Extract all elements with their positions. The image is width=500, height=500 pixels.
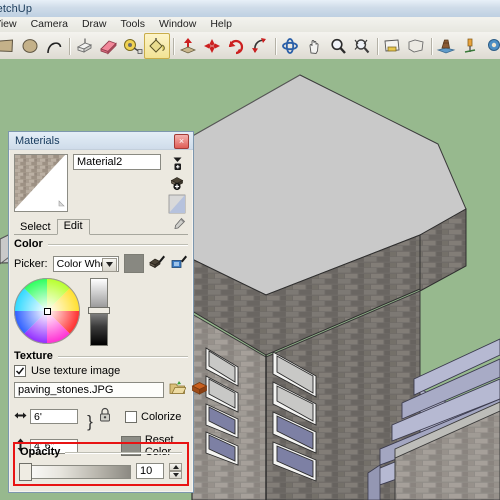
material-preview-swatch[interactable] bbox=[14, 154, 68, 212]
opacity-heading: Opacity bbox=[20, 446, 61, 458]
sketchup-window: ketchUp View Camera Draw Tools Window He… bbox=[0, 0, 500, 500]
picker-select[interactable]: Color Wheel bbox=[52, 255, 120, 272]
material-side-buttons bbox=[166, 154, 188, 215]
create-material-icon[interactable] bbox=[168, 174, 186, 191]
browse-texture-icon[interactable] bbox=[169, 380, 187, 399]
opacity-value-input[interactable] bbox=[136, 463, 164, 479]
color-divider bbox=[47, 243, 188, 245]
menu-item-tools[interactable]: Tools bbox=[113, 17, 152, 32]
tape-measure-tool-button[interactable] bbox=[120, 34, 144, 58]
pan-tool-button[interactable] bbox=[302, 34, 326, 58]
zoom-tool-button[interactable] bbox=[326, 34, 350, 58]
value-slider[interactable] bbox=[88, 278, 110, 346]
match-screen-color-icon[interactable] bbox=[171, 254, 188, 273]
lock-aspect-ratio-icon[interactable] bbox=[98, 406, 113, 427]
tab-edit[interactable]: Edit bbox=[56, 219, 90, 235]
edit-texture-icon[interactable] bbox=[191, 380, 208, 399]
orbit-tool-button[interactable] bbox=[278, 34, 302, 58]
rotate-tool-button[interactable] bbox=[200, 34, 224, 58]
texture-file-row bbox=[14, 380, 208, 399]
opacity-stepper-down[interactable] bbox=[169, 471, 182, 479]
tab-select[interactable]: Select bbox=[14, 220, 57, 234]
material-header-row bbox=[14, 154, 188, 216]
main-toolbar bbox=[0, 32, 500, 60]
position-camera-tool-button[interactable] bbox=[458, 34, 482, 58]
picker-row: Picker: Color Wheel bbox=[14, 254, 188, 273]
colorize-label: Colorize bbox=[141, 410, 182, 423]
value-slider-handle[interactable] bbox=[88, 307, 110, 314]
rotate-arrow-tool-button[interactable] bbox=[224, 34, 248, 58]
opacity-divider bbox=[65, 451, 182, 453]
eyedropper-icon[interactable] bbox=[172, 217, 186, 231]
use-texture-row: Use texture image bbox=[14, 365, 188, 377]
close-icon[interactable]: × bbox=[174, 134, 189, 149]
current-color-swatch[interactable] bbox=[124, 254, 144, 273]
texture-width-row: } Colorize bbox=[14, 403, 188, 430]
window-title: ketchUp bbox=[0, 2, 33, 15]
pushpull-tool-button[interactable] bbox=[72, 34, 96, 58]
material-name-column bbox=[73, 154, 161, 170]
use-texture-label: Use texture image bbox=[31, 365, 121, 377]
color-wheel-marker[interactable] bbox=[44, 308, 51, 315]
materials-dialog-body: Select Edit Color Picker: Color Whee bbox=[9, 150, 208, 486]
menu-item-camera[interactable]: Camera bbox=[24, 17, 75, 32]
materials-tabs: Select Edit bbox=[14, 217, 188, 235]
material-transparency-preview-icon[interactable] bbox=[168, 193, 186, 215]
opacity-controls-row bbox=[19, 463, 182, 481]
menu-item-window[interactable]: Window bbox=[152, 17, 203, 32]
section-display-tool-button[interactable] bbox=[404, 34, 428, 58]
texture-width-input[interactable] bbox=[30, 409, 78, 424]
opacity-section: Opacity bbox=[13, 442, 189, 486]
opacity-slider-handle[interactable] bbox=[19, 463, 32, 481]
menu-item-view[interactable]: View bbox=[0, 17, 24, 32]
eraser-tool-button[interactable] bbox=[96, 34, 120, 58]
materials-dialog-titlebar[interactable]: Materials × bbox=[9, 132, 193, 150]
aspect-brace: } bbox=[87, 412, 93, 431]
follow-me-tool-button[interactable] bbox=[248, 34, 272, 58]
arc-tool-button[interactable] bbox=[42, 34, 66, 58]
menu-bar: View Camera Draw Tools Window Help bbox=[0, 17, 500, 33]
walk-tool-button[interactable] bbox=[434, 34, 458, 58]
color-wheel-area bbox=[14, 278, 188, 346]
width-arrow-icon bbox=[14, 411, 27, 423]
color-heading: Color bbox=[14, 238, 43, 250]
opacity-slider[interactable] bbox=[19, 463, 131, 481]
opacity-slider-track bbox=[20, 465, 131, 479]
color-wheel[interactable] bbox=[14, 278, 80, 344]
section-plane-tool-button[interactable] bbox=[380, 34, 404, 58]
menu-item-help[interactable]: Help bbox=[203, 17, 239, 32]
materials-dialog-title: Materials bbox=[15, 134, 60, 147]
texture-group-header: Texture bbox=[14, 350, 188, 362]
texture-heading: Texture bbox=[14, 350, 53, 362]
materials-dialog: Materials × Material2 Select Edit Color … bbox=[8, 131, 208, 493]
opacity-group-header: Opacity bbox=[20, 446, 182, 458]
title-bar: ketchUp bbox=[0, 0, 500, 18]
texture-file-input[interactable] bbox=[14, 381, 164, 398]
move-tool-button[interactable] bbox=[176, 34, 200, 58]
look-around-tool-button[interactable] bbox=[482, 34, 500, 58]
display-secondary-selection-pane-icon[interactable] bbox=[168, 155, 186, 172]
match-object-color-icon[interactable] bbox=[149, 254, 166, 273]
opacity-stepper-up[interactable] bbox=[169, 463, 182, 471]
color-group-header: Color bbox=[14, 238, 188, 250]
texture-divider bbox=[57, 355, 188, 357]
opacity-stepper[interactable] bbox=[169, 463, 182, 479]
chevron-down-icon[interactable] bbox=[102, 257, 118, 272]
menu-item-draw[interactable]: Draw bbox=[75, 17, 114, 32]
close-glyph: × bbox=[178, 136, 185, 146]
circle-tool-button[interactable] bbox=[18, 34, 42, 58]
picker-label: Picker: bbox=[14, 257, 48, 270]
colorize-checkbox[interactable] bbox=[125, 410, 137, 423]
paint-bucket-tool-button[interactable] bbox=[144, 32, 170, 59]
zoom-extents-tool-button[interactable] bbox=[350, 34, 374, 58]
rectangle-tool-button[interactable] bbox=[0, 34, 18, 58]
use-texture-checkbox[interactable] bbox=[14, 365, 26, 377]
material-name-input[interactable] bbox=[73, 154, 161, 170]
